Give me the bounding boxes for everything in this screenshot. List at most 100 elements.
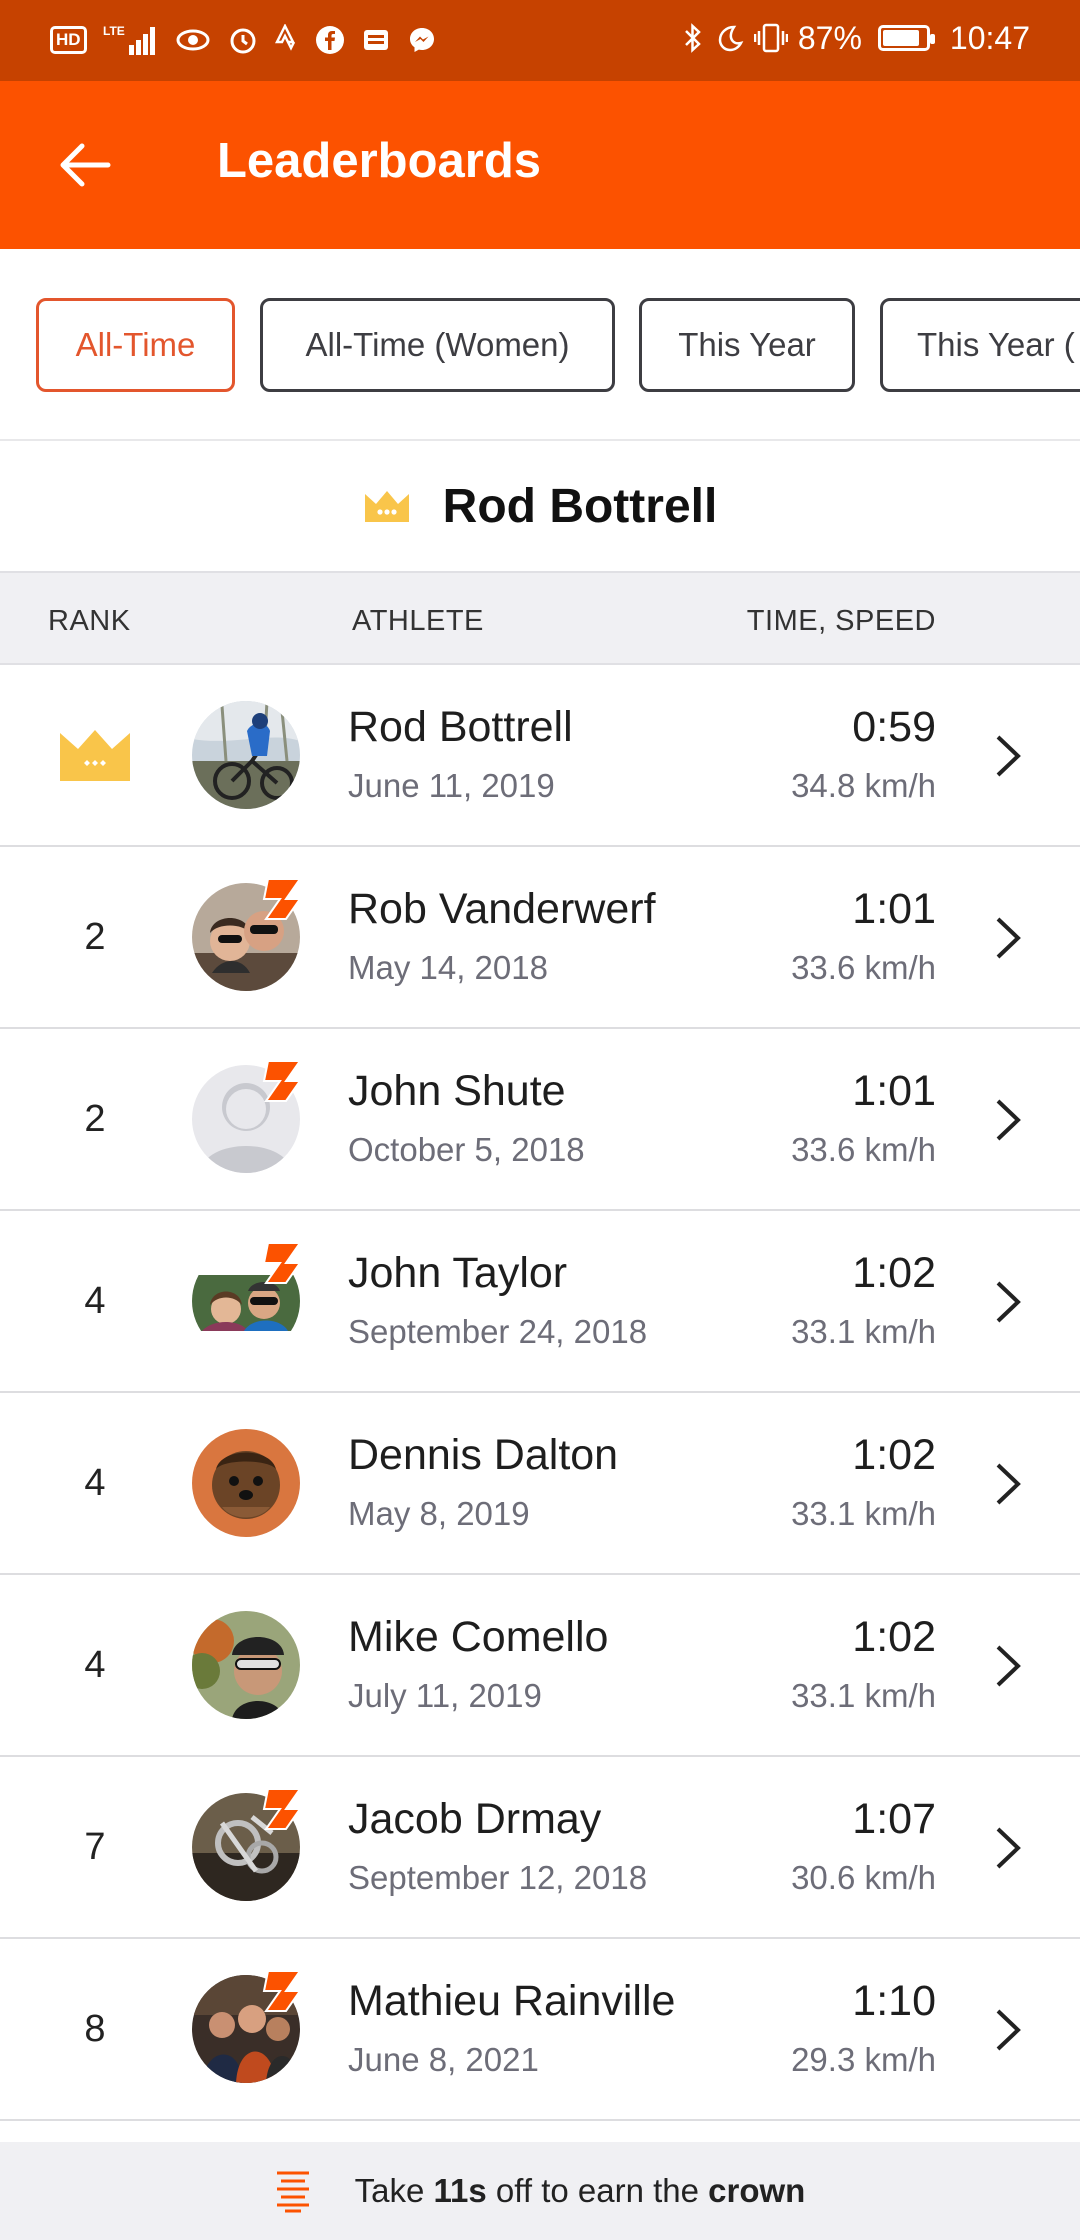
status-right-icons: 87% 10:47 [682,18,1030,58]
rank-cell: 2 [84,915,106,958]
chevron-right-icon [996,735,1021,777]
leaderboard-row[interactable]: 4 John Taylor September 24, 2018 1:02 33… [0,1211,1080,1393]
leaderboard-row[interactable]: 2 John Shute October 5, 2018 1:01 33.6 k… [0,1029,1080,1211]
avatar[interactable] [192,1429,300,1537]
rank-cell: 7 [84,1825,106,1868]
battery-icon [877,25,935,51]
eye-icon [175,20,211,60]
crown-goal-crown-word: crown [708,2172,806,2209]
bluetooth-icon [682,18,704,58]
effort-time: 1:07 [852,1795,936,1843]
athlete-name: Rod Bottrell [348,703,573,751]
avatar[interactable] [192,701,300,809]
news-icon [361,20,391,60]
athlete-name: Mike Comello [348,1613,609,1661]
leaderboard-row[interactable]: 2 Rob Vanderwerf May 14, 2018 1:01 33.6 … [0,847,1080,1029]
rank-cell: 4 [84,1279,106,1322]
header-athlete: ATHLETE [352,605,484,637]
effort-date: June 8, 2021 [348,2041,539,2078]
messenger-icon [407,20,437,60]
svg-text:LTE: LTE [103,24,125,38]
effort-date: May 8, 2019 [348,1495,530,1532]
chevron-right-icon [996,917,1021,959]
rank-cell [40,665,150,845]
effort-date: October 5, 2018 [348,1131,585,1168]
effort-date: September 24, 2018 [348,1313,648,1350]
rank-cell: 4 [84,1461,106,1504]
chevron-right-icon [996,1281,1021,1323]
crown-goal-prefix: Take [354,2172,434,2209]
athlete-name: John Taylor [348,1249,568,1297]
athlete-name: Rob Vanderwerf [348,885,656,933]
effort-speed: 33.1 km/h [791,1495,936,1532]
header-time-speed: TIME, SPEED [746,605,936,637]
leaderboard-row[interactable]: Rod Bottrell June 11, 2019 0:59 34.8 km/… [0,665,1080,847]
lte-signal-icon: LTE [103,20,159,60]
header-rank: RANK [48,605,131,637]
moon-icon [714,18,744,58]
effort-time: 1:02 [852,1431,936,1479]
leaderboard-row[interactable]: 7 Jacob Drmay September 12, 2018 1:07 30… [0,1757,1080,1939]
battery-level [882,30,920,46]
table-header: RANK ATHLETE TIME, SPEED [0,571,1080,665]
crown-goal-text: Take 11s off to earn the crown [355,2172,806,2210]
status-bar: HD LTE 87% 10:47 [0,0,1080,81]
chevron-right-icon [996,1463,1021,1505]
facebook-icon [315,20,345,60]
hd-icon: HD [50,26,87,54]
subscriber-badge-icon [262,1970,302,2012]
clock: 10:47 [949,19,1030,56]
effort-date: June 11, 2019 [348,767,555,804]
segment-goal-icon [276,2171,309,2213]
effort-time: 1:01 [852,885,936,933]
avatar[interactable] [192,1611,300,1719]
rank-cell: 4 [84,1643,106,1686]
effort-time: 1:01 [852,1067,936,1115]
rank-cell: 8 [84,2007,106,2050]
chevron-right-icon [996,1827,1021,1869]
filter-chip-all-time[interactable]: All-Time [36,298,235,392]
crown-goal-banner[interactable]: Take 11s off to earn the crown [0,2142,1080,2240]
rank-cell: 2 [84,1097,106,1140]
alarm-icon [227,20,259,60]
chevron-right-icon [996,1645,1021,1687]
athlete-name: Jacob Drmay [348,1795,602,1843]
athlete-name: Mathieu Rainville [348,1977,676,2025]
effort-date: September 12, 2018 [348,1859,648,1896]
effort-speed: 30.6 km/h [791,1859,936,1896]
status-left-icons: HD LTE [50,20,437,60]
crown-holder-name: Rod Bottrell [442,479,718,533]
effort-time: 1:10 [852,1977,936,2025]
filter-chip-this-year-women[interactable]: This Year ( [880,298,1080,392]
effort-speed: 33.1 km/h [791,1313,936,1350]
filter-chip-all-time-women[interactable]: All-Time (Women) [260,298,615,392]
effort-speed: 33.1 km/h [791,1677,936,1714]
vibrate-icon [753,18,788,58]
crown-goal-seconds: 11s [433,2172,487,2209]
effort-date: May 14, 2018 [348,949,548,986]
battery-percent: 87% [797,19,862,56]
effort-speed: 33.6 km/h [791,949,936,986]
back-button[interactable] [44,125,124,205]
chevron-right-icon [996,2009,1021,2051]
effort-time: 0:59 [852,703,936,751]
filter-chip-this-year[interactable]: This Year [639,298,855,392]
athlete-name: John Shute [348,1067,566,1115]
effort-speed: 29.3 km/h [791,2041,936,2078]
leaderboard-row[interactable]: 4 Mike Comello July 11, 2019 1:02 33.1 k… [0,1575,1080,1757]
leaderboard-list: Rod Bottrell June 11, 2019 0:59 34.8 km/… [0,665,1080,2121]
effort-speed: 33.6 km/h [791,1131,936,1168]
subscriber-badge-icon [262,878,302,920]
leaderboard-row[interactable]: 4 Dennis Dalton May 8, 2019 1:02 33.1 km… [0,1393,1080,1575]
app-bar: Leaderboards [0,81,1080,249]
arrow-left-icon [60,143,111,187]
crown-icon [364,491,409,522]
effort-time: 1:02 [852,1613,936,1661]
filter-chips: All-Time All-Time (Women) This Year This… [0,249,1080,441]
crown-holder-banner: Rod Bottrell [0,441,1080,571]
leaderboard-row[interactable]: 8 Mathieu Rainville June 8, 2021 1:10 29… [0,1939,1080,2121]
subscriber-badge-icon [262,1242,302,1284]
crown-icon [60,730,130,781]
chevron-right-icon [996,1099,1021,1141]
subscriber-badge-icon [262,1060,302,1102]
